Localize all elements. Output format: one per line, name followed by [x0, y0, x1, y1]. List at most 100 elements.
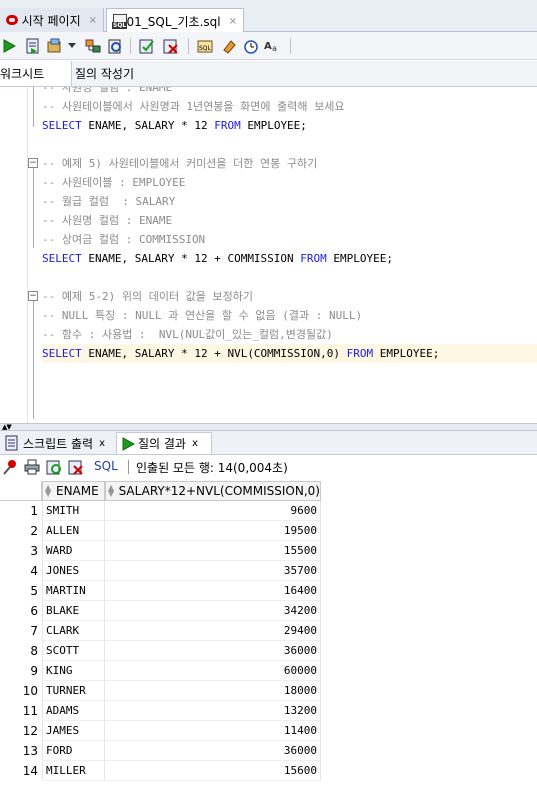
cell-salary[interactable]: 13200	[105, 701, 321, 721]
table-row[interactable]: 4 JONES 35700	[0, 561, 537, 581]
query-result-icon	[122, 436, 135, 451]
run-script-icon[interactable]	[24, 37, 42, 55]
cell-ename[interactable]: ALLEN	[42, 521, 105, 541]
refresh-icon[interactable]	[46, 459, 62, 475]
pin-icon[interactable]	[2, 459, 18, 475]
tab-start-page-close-icon[interactable]: ×	[89, 15, 97, 26]
row-number: 4	[30, 564, 38, 578]
tab-query-result-label: 질의 결과	[138, 437, 186, 451]
cell-salary[interactable]: 35700	[105, 561, 321, 581]
tab-script-output[interactable]: 스크립트 출력 x	[0, 432, 114, 454]
sort-icon[interactable]: ▲ ▼	[108, 484, 116, 498]
column-header-ename[interactable]: ▲ ▼ ENAME	[42, 481, 105, 501]
editor-tab-bar: 시작 페이지 × SQL 01_SQL_기초.sql ×	[0, 0, 537, 33]
cell-salary[interactable]: 11400	[105, 721, 321, 741]
rollback-icon[interactable]	[162, 37, 180, 55]
sql-editor[interactable]: − − -- 사원명 컬럼 : ENAME -- 사원테이블에서 사원명과 1년…	[0, 87, 537, 423]
table-row[interactable]: 8 SCOTT 36000	[0, 641, 537, 661]
output-tabs: 스크립트 출력 x 질의 결과 x	[0, 431, 537, 455]
cell-salary[interactable]: 60000	[105, 661, 321, 681]
run-statement-icon[interactable]	[0, 37, 18, 55]
code-line: SELECT ENAME, SALARY * 12 + COMMISSION F…	[42, 252, 394, 265]
row-number-header	[0, 481, 42, 501]
column-header-salary[interactable]: ▲ ▼ SALARY*12+NVL(COMMISSION,0)	[105, 481, 321, 501]
table-row[interactable]: 10 TURNER 18000	[0, 681, 537, 701]
cell-ename[interactable]: JONES	[42, 561, 105, 581]
tab-sql-file[interactable]: SQL 01_SQL_기초.sql ×	[106, 8, 244, 33]
cell-salary[interactable]: 15600	[105, 761, 321, 781]
collapse-arrows-icon[interactable]: ▲▼	[2, 423, 12, 431]
clear-eraser-icon[interactable]	[220, 37, 238, 55]
oracle-icon	[6, 15, 18, 25]
table-row[interactable]: 3 WARD 15500	[0, 541, 537, 561]
table-row[interactable]: 2 ALLEN 19500	[0, 521, 537, 541]
table-row[interactable]: 13 FORD 36000	[0, 741, 537, 761]
explain-plan-icon[interactable]	[84, 37, 102, 55]
code-line: -- 월급 컬럼 : SALARY	[42, 195, 176, 208]
cell-ename[interactable]: WARD	[42, 541, 105, 561]
cell-ename[interactable]: CLARK	[42, 621, 105, 641]
tab-worksheet[interactable]: 워크시트	[0, 61, 72, 86]
commit-icon[interactable]	[46, 37, 64, 55]
sql-link[interactable]: SQL	[94, 459, 118, 473]
cell-ename[interactable]: TURNER	[42, 681, 105, 701]
results-grid[interactable]: ▲ ▼ ENAME ▲ ▼ SALARY*12+NVL(COMMISSION,0) …	[0, 481, 537, 795]
format-text-icon[interactable]: Aa	[264, 37, 284, 55]
cell-salary[interactable]: 19500	[105, 521, 321, 541]
cell-ename[interactable]: JAMES	[42, 721, 105, 741]
svg-text:SQL: SQL	[199, 45, 212, 52]
row-number: 3	[30, 544, 38, 558]
cancel-query-icon[interactable]	[68, 459, 84, 475]
tab-sql-file-label: 01_SQL_기초.sql	[126, 14, 221, 29]
tab-sql-file-close-icon[interactable]: ×	[229, 16, 237, 27]
sort-icon[interactable]: ▲ ▼	[45, 484, 53, 498]
cell-ename[interactable]: KING	[42, 661, 105, 681]
cell-ename[interactable]: MILLER	[42, 761, 105, 781]
table-row[interactable]: 11 ADAMS 13200	[0, 701, 537, 721]
print-icon[interactable]	[24, 459, 40, 475]
fold-toggle-icon[interactable]: −	[28, 158, 38, 168]
column-header-label: SALARY*12+NVL(COMMISSION,0)	[118, 484, 320, 498]
dropdown-arrow-icon[interactable]	[66, 37, 78, 55]
cell-ename[interactable]: MARTIN	[42, 581, 105, 601]
fold-toggle-icon[interactable]: −	[28, 291, 38, 301]
cell-salary[interactable]: 29400	[105, 621, 321, 641]
cell-ename[interactable]: ADAMS	[42, 701, 105, 721]
autotrace-icon[interactable]	[106, 37, 124, 55]
table-row[interactable]: 9 KING 60000	[0, 661, 537, 681]
table-row[interactable]: 1 SMITH 9600	[0, 501, 537, 521]
cell-salary[interactable]: 16400	[105, 581, 321, 601]
result-toolbar: SQL 인출된 모든 행: 14(0,004초)	[0, 455, 537, 479]
fetch-status: 인출된 모든 행: 14(0,004초)	[136, 461, 288, 475]
table-row[interactable]: 12 JAMES 11400	[0, 721, 537, 741]
cell-salary[interactable]: 9600	[105, 501, 321, 521]
sql-tuning-advisor-icon[interactable]: SQL	[196, 37, 214, 55]
row-number: 13	[22, 744, 38, 758]
cell-ename[interactable]: FORD	[42, 741, 105, 761]
tab-query-result[interactable]: 질의 결과 x	[116, 432, 212, 454]
code-line: -- 사원테이블 : EMPLOYEE	[42, 176, 186, 189]
cell-salary[interactable]: 15500	[105, 541, 321, 561]
cell-salary[interactable]: 36000	[105, 741, 321, 761]
editor-toolbar: SQL Aa	[0, 32, 537, 60]
sql-file-icon: SQL	[112, 14, 128, 29]
tab-query-result-close-icon[interactable]: x	[192, 438, 198, 449]
worksheet-tabs: 워크시트 질의 작성기	[0, 61, 537, 87]
cell-ename[interactable]: BLAKE	[42, 601, 105, 621]
panel-splitter[interactable]: ▲▼	[0, 423, 537, 431]
table-row[interactable]: 14 MILLER 15600	[0, 761, 537, 781]
code-line: -- 예제 5) 사원테이블에서 커미션을 더한 연봉 구하기	[42, 157, 318, 170]
history-icon[interactable]	[242, 37, 260, 55]
cell-ename[interactable]: SMITH	[42, 501, 105, 521]
table-row[interactable]: 6 BLAKE 34200	[0, 601, 537, 621]
commit-check-icon[interactable]	[138, 37, 156, 55]
table-row[interactable]: 7 CLARK 29400	[0, 621, 537, 641]
table-row[interactable]: 5 MARTIN 16400	[0, 581, 537, 601]
cell-ename[interactable]: SCOTT	[42, 641, 105, 661]
cell-salary[interactable]: 34200	[105, 601, 321, 621]
tab-script-output-close-icon[interactable]: x	[99, 438, 105, 449]
tab-start-page[interactable]: 시작 페이지 ×	[0, 8, 104, 32]
tab-query-builder[interactable]: 질의 작성기	[75, 61, 134, 86]
cell-salary[interactable]: 36000	[105, 641, 321, 661]
cell-salary[interactable]: 18000	[105, 681, 321, 701]
